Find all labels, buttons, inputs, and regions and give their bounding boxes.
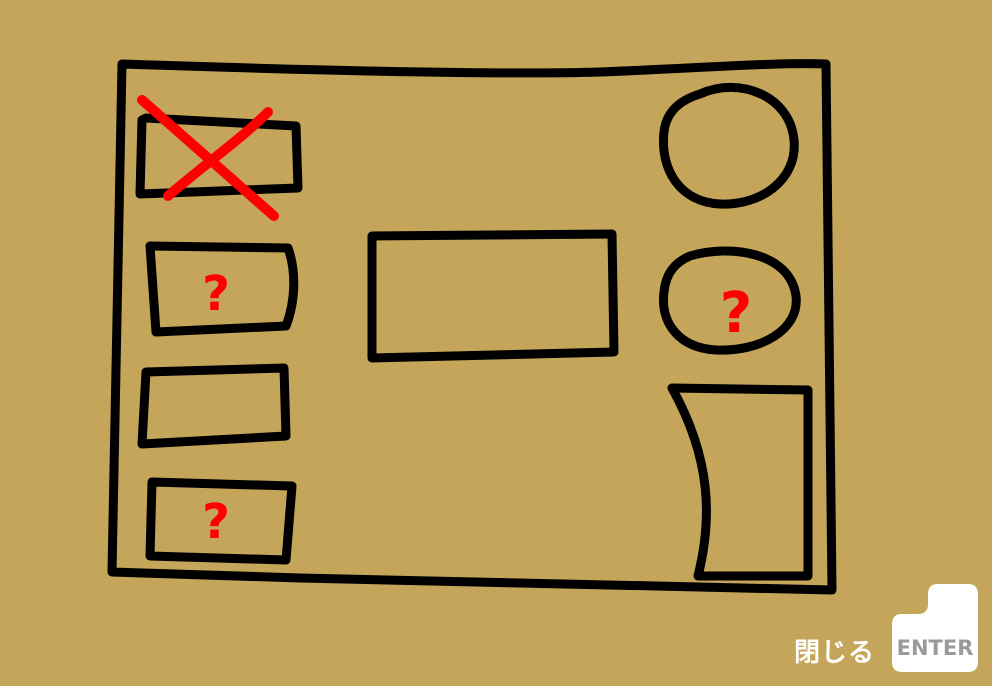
game-screen: ? ? ? 閉じる ENTER (0, 0, 992, 686)
red-question-mark-3: ? (720, 281, 752, 346)
sketch-box-3 (137, 363, 291, 449)
hand-drawn-map-sketch: ? ? ? (107, 59, 978, 672)
enter-key-label: ENTER (896, 636, 974, 660)
sketch-center-panel (367, 229, 619, 363)
red-question-mark-2: ? (202, 494, 230, 550)
sketch-tall-panel (667, 383, 813, 581)
sketch-circle-top (659, 82, 799, 209)
close-label[interactable]: 閉じる (794, 632, 875, 669)
red-question-mark-1: ? (202, 266, 230, 322)
